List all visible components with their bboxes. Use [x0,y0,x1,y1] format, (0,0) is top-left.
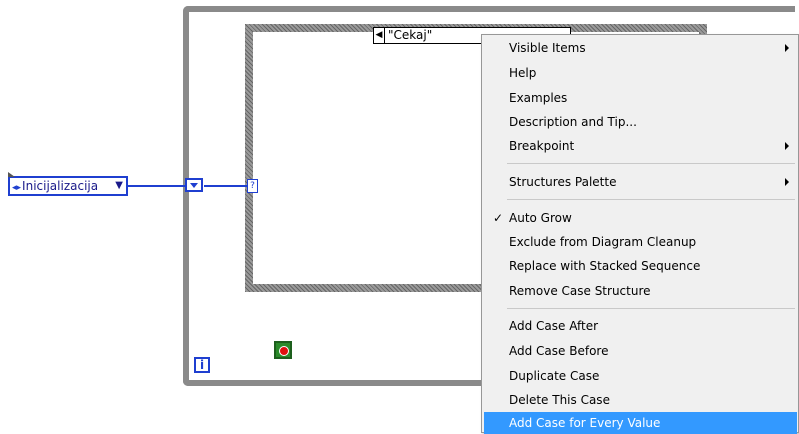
menu-item-label: Duplicate Case [509,369,600,383]
loop-condition-terminal[interactable] [274,341,292,359]
menu-item-visible-items[interactable]: Visible Items [484,37,797,59]
menu-item-label: Replace with Stacked Sequence [509,259,701,273]
menu-item-help[interactable]: Help [484,62,797,84]
chevron-down-icon[interactable]: ▼ [115,178,123,194]
menu-item-label: Examples [509,91,568,105]
submenu-arrow-icon [785,44,789,52]
menu-item-label: Exclude from Diagram Cleanup [509,235,697,249]
menu-item-label: Structures Palette [509,175,617,189]
iteration-terminal[interactable]: i [194,357,210,373]
menu-item-exclude-from-diagram-cleanup[interactable]: Exclude from Diagram Cleanup [484,231,797,253]
menu-item-description-and-tip[interactable]: Description and Tip... [484,111,797,133]
enum-wire-segment[interactable] [128,185,185,187]
menu-item-label: Add Case Before [509,344,609,358]
menu-item-label: Remove Case Structure [509,284,651,298]
context-menu: Visible Items Help Examples Description … [481,34,799,434]
menu-item-label: Add Case After [509,319,599,333]
menu-item-label: Help [509,66,537,80]
menu-item-structures-palette[interactable]: Structures Palette [484,171,797,193]
case-decrement-arrow-icon[interactable]: ◀ [374,28,385,43]
constant-corner-icon [8,172,15,177]
case-selector-terminal[interactable]: ? [247,179,258,193]
enum-constant[interactable]: ◂▸Inicijalizacija ▼ [8,172,128,196]
menu-item-breakpoint[interactable]: Breakpoint [484,135,797,157]
menu-item-add-case-for-every-value[interactable]: Add Case for Every Value [484,412,797,434]
menu-item-auto-grow[interactable]: ✓ Auto Grow [484,207,797,229]
menu-item-examples[interactable]: Examples [484,87,797,109]
increment-decrement-icon[interactable]: ◂▸ [12,183,21,193]
menu-item-replace-with-stacked-sequence[interactable]: Replace with Stacked Sequence [484,255,797,277]
menu-item-label: Delete This Case [509,393,610,407]
menu-item-label: Breakpoint [509,139,575,153]
menu-item-duplicate-case[interactable]: Duplicate Case [484,365,797,387]
menu-item-label: Add Case for Every Value [509,416,661,430]
submenu-arrow-icon [785,142,789,150]
menu-item-label: Description and Tip... [509,115,637,129]
menu-item-add-case-before[interactable]: Add Case Before [484,340,797,362]
menu-separator [507,308,795,309]
menu-item-delete-this-case[interactable]: Delete This Case [484,389,797,411]
menu-item-remove-case-structure[interactable]: Remove Case Structure [484,280,797,302]
menu-separator [507,199,795,200]
menu-separator [507,163,795,164]
case-selector-value: "Cekaj" [388,28,433,42]
menu-item-label: Auto Grow [509,211,572,225]
enum-constant-value: Inicijalizacija [22,179,99,193]
checkmark-icon: ✓ [493,211,504,225]
menu-item-add-case-after[interactable]: Add Case After [484,315,797,337]
menu-item-label: Visible Items [509,41,586,55]
shift-register-tunnel[interactable] [185,178,203,192]
enum-wire-segment[interactable] [204,185,248,187]
submenu-arrow-icon [785,178,789,186]
